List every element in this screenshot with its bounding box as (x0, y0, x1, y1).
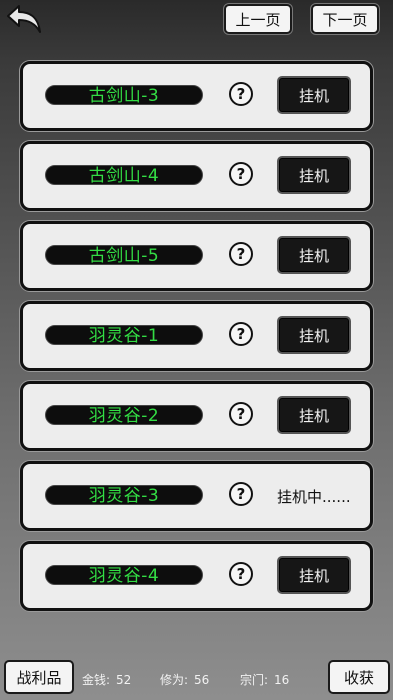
question-circle-icon[interactable]: ? (229, 322, 253, 346)
location-name: 羽灵谷-2 (45, 405, 203, 426)
hang-button[interactable]: 挂机 (277, 236, 351, 274)
location-card: 古剑山-3 ? 挂机 (20, 61, 373, 131)
sect-value: 16 (274, 673, 290, 687)
location-name: 古剑山-3 (45, 85, 203, 106)
harvest-button[interactable]: 收获 (328, 660, 390, 694)
top-bar: 上一页 下一页 (0, 0, 393, 40)
question-circle-icon[interactable]: ? (229, 562, 253, 586)
back-arrow-icon[interactable] (2, 2, 46, 38)
question-circle-icon[interactable]: ? (229, 242, 253, 266)
question-circle-icon[interactable]: ? (229, 482, 253, 506)
sect-stat: 宗门: 16 (240, 671, 289, 688)
hang-button[interactable]: 挂机 (277, 396, 351, 434)
location-name: 羽灵谷-1 (45, 325, 203, 346)
money-value: 52 (116, 673, 132, 687)
prev-page-button[interactable]: 上一页 (224, 4, 292, 34)
location-name: 古剑山-5 (45, 245, 203, 266)
hang-button[interactable]: 挂机 (277, 316, 351, 354)
sect-label: 宗门: (240, 673, 269, 687)
money-stat: 金钱: 52 (82, 671, 131, 688)
hang-button[interactable]: 挂机 (277, 76, 351, 114)
location-card: 羽灵谷-1 ? 挂机 (20, 301, 373, 371)
location-card: 羽灵谷-4 ? 挂机 (20, 541, 373, 611)
location-name: 羽灵谷-3 (45, 485, 203, 506)
question-circle-icon[interactable]: ? (229, 162, 253, 186)
bottom-bar: 战利品 金钱: 52 修为: 56 宗门: 16 收获 (0, 656, 393, 700)
spoils-button[interactable]: 战利品 (4, 660, 74, 694)
location-card: 羽灵谷-3 ? 挂机中...... (20, 461, 373, 531)
cultivation-value: 56 (194, 673, 210, 687)
cultivation-stat: 修为: 56 (160, 671, 209, 688)
location-name: 羽灵谷-4 (45, 565, 203, 586)
location-card: 羽灵谷-2 ? 挂机 (20, 381, 373, 451)
location-card: 古剑山-4 ? 挂机 (20, 141, 373, 211)
cultivation-label: 修为: (160, 673, 189, 687)
hang-status-text: 挂机中...... (277, 488, 351, 506)
next-page-button[interactable]: 下一页 (311, 4, 379, 34)
location-card: 古剑山-5 ? 挂机 (20, 221, 373, 291)
hang-button[interactable]: 挂机 (277, 156, 351, 194)
money-label: 金钱: (82, 673, 111, 687)
location-name: 古剑山-4 (45, 165, 203, 186)
hang-button[interactable]: 挂机 (277, 556, 351, 594)
question-circle-icon[interactable]: ? (229, 402, 253, 426)
question-circle-icon[interactable]: ? (229, 82, 253, 106)
